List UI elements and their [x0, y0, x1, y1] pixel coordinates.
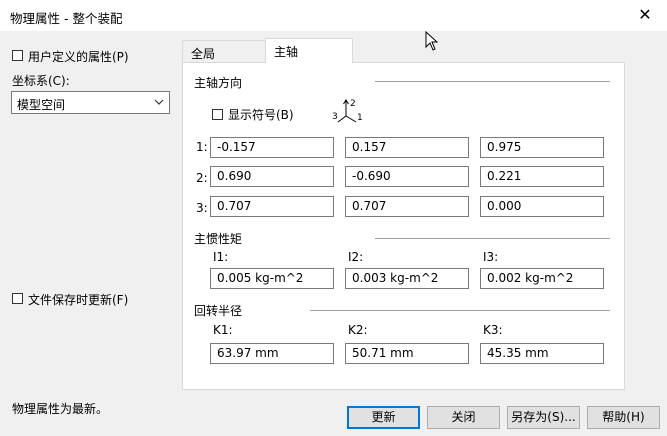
radii-section-label: 回转半径 — [194, 304, 243, 318]
axis-1-x-field[interactable]: -0.157 — [210, 137, 334, 158]
user-defined-checkbox[interactable] — [12, 50, 23, 61]
moment-label-1: I1: — [213, 250, 229, 264]
update-button[interactable]: 更新 — [347, 406, 420, 429]
show-symbol-checkbox[interactable] — [212, 109, 223, 120]
axis-triad-icon: 2 3 1 — [332, 99, 363, 123]
status-text: 物理属性为最新。 — [12, 402, 109, 416]
axis-2-z-field[interactable]: 0.221 — [480, 166, 604, 187]
radius-label-1: K1: — [213, 323, 233, 337]
axis-2-y-field[interactable]: -0.690 — [345, 166, 469, 187]
row-label-1: 1: — [196, 140, 208, 154]
user-defined-label: 用户定义的属性(P) — [28, 50, 129, 64]
axis-1-y-field[interactable]: 0.157 — [345, 137, 469, 158]
coord-system-value: 模型空间 — [17, 98, 66, 112]
row-label-3: 3: — [196, 201, 208, 215]
title-bar: 物理属性 - 整个装配 ✕ — [0, 0, 667, 31]
update-on-save-label: 文件保存时更新(F) — [28, 293, 129, 307]
save-as-button[interactable]: 另存为(S)... — [507, 406, 580, 429]
triad-label-2: 2 — [350, 99, 356, 109]
radius-label-3: K3: — [483, 323, 503, 337]
coord-system-label: 坐标系(C): — [12, 74, 70, 88]
close-button[interactable]: 关闭 — [427, 406, 500, 429]
axis-1-z-field[interactable]: 0.975 — [480, 137, 604, 158]
show-symbol-label: 显示符号(B) — [228, 108, 294, 122]
help-button[interactable]: 帮助(H) — [587, 406, 660, 429]
divider — [310, 310, 610, 311]
update-on-save-checkbox[interactable] — [12, 293, 23, 304]
radius-k1-field[interactable]: 63.97 mm — [210, 343, 334, 364]
axis-3-y-field[interactable]: 0.707 — [345, 196, 469, 217]
tab-global-label: 全局 — [191, 47, 216, 61]
axis-3-x-field[interactable]: 0.707 — [210, 196, 334, 217]
radius-label-2: K2: — [348, 323, 368, 337]
axis-3-z-field[interactable]: 0.000 — [480, 196, 604, 217]
tab-principal-axes[interactable]: 主轴 — [265, 38, 353, 63]
triad-label-3: 3 — [332, 112, 338, 122]
window-title: 物理属性 - 整个装配 — [10, 11, 123, 26]
mouse-cursor-icon — [425, 31, 439, 51]
moment-i1-field[interactable]: 0.005 kg-m^2 — [210, 268, 334, 289]
radius-k2-field[interactable]: 50.71 mm — [345, 343, 469, 364]
divider — [375, 238, 610, 239]
triad-label-1: 1 — [357, 113, 363, 123]
moments-section-label: 主惯性矩 — [194, 232, 243, 246]
moment-i3-field[interactable]: 0.002 kg-m^2 — [480, 268, 604, 289]
tab-principal-axes-label: 主轴 — [274, 45, 299, 59]
tab-global[interactable]: 全局 — [182, 40, 266, 62]
tab-join — [266, 61, 352, 63]
close-icon[interactable]: ✕ — [632, 2, 658, 28]
moment-label-2: I2: — [348, 250, 364, 264]
row-label-2: 2: — [196, 171, 208, 185]
coord-system-select[interactable]: 模型空间 — [11, 91, 170, 114]
moment-label-3: I3: — [483, 250, 499, 264]
radius-k3-field[interactable]: 45.35 mm — [480, 343, 604, 364]
chevron-down-icon — [154, 99, 164, 105]
moment-i2-field[interactable]: 0.003 kg-m^2 — [345, 268, 469, 289]
divider — [375, 81, 610, 82]
principal-axes-section-label: 主轴方向 — [194, 76, 243, 90]
axis-2-x-field[interactable]: 0.690 — [210, 166, 334, 187]
